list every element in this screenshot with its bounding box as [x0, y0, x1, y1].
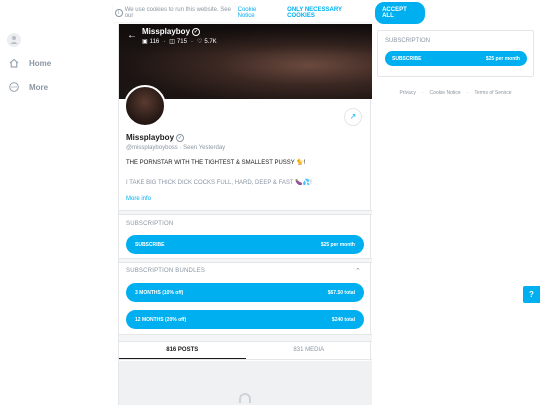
user-icon: [10, 36, 18, 44]
last-seen: Seen Yesterday: [183, 145, 226, 151]
user-avatar[interactable]: [7, 33, 21, 47]
footer-links: Privacy · Cookie Notice · Terms of Servi…: [399, 90, 512, 96]
subscribe-button-sidebar[interactable]: SUBSCRIBE $25 per month: [385, 51, 527, 66]
nav-more-label: More: [29, 82, 49, 92]
profile-handle: @missplayboyboss: [126, 145, 178, 151]
cookie-notice-link[interactable]: Cookie Notice: [238, 7, 274, 19]
back-arrow-icon[interactable]: ←: [127, 30, 137, 41]
bundle-3-months-button[interactable]: 3 MONTHS (10% off) $67.50 total: [126, 283, 364, 302]
lock-icon: [239, 393, 251, 403]
profile-tabs: 816 POSTS 831 MEDIA: [119, 342, 372, 360]
cover-profile-name: Missplayboy ✓: [142, 27, 201, 36]
images-count: 116: [149, 38, 160, 45]
cover-stats: ▣ 116 · ◫ 715 · ♡ 5.7K: [142, 38, 217, 46]
cookie-banner: i We use cookies to run this website. Se…: [113, 1, 426, 24]
video-icon: ◫: [169, 39, 175, 45]
locked-feed: [119, 361, 372, 405]
cookie-notice-footer-link[interactable]: Cookie Notice: [430, 90, 461, 96]
more-info-link[interactable]: More info: [126, 196, 151, 202]
only-necessary-cookies-button[interactable]: ONLY NECESSARY COOKIES: [287, 7, 367, 19]
subscription-card: SUBSCRIPTION SUBSCRIBE $25 per month: [377, 30, 534, 77]
profile-name: Missplayboy ✓: [126, 133, 185, 142]
bio-line-2: I TAKE BIG THICK DICK COCKS FULL, HARD, …: [126, 180, 312, 186]
nav-home-label: Home: [29, 58, 52, 68]
verified-icon: ✓: [176, 133, 185, 142]
share-icon[interactable]: ↗: [344, 108, 362, 126]
nav-home[interactable]: Home: [9, 58, 51, 68]
subscription-card-title: SUBSCRIPTION: [385, 38, 431, 44]
more-icon: [9, 82, 19, 92]
bundle-12-months-button[interactable]: 12 MONTHS (20% off) $240 total: [126, 310, 364, 329]
bio-line-1: THE PORNSTAR WITH THE TIGHTEST & SMALLES…: [126, 160, 306, 166]
accept-all-button[interactable]: ACCEPT ALL: [375, 1, 426, 24]
home-icon: [9, 58, 19, 68]
verified-icon: ✓: [192, 27, 201, 36]
info-icon: i: [115, 8, 123, 17]
heart-icon: ♡: [196, 39, 203, 45]
bundles-title: SUBSCRIPTION BUNDLES: [126, 268, 206, 274]
subscription-title: SUBSCRIPTION: [126, 221, 174, 227]
profile-column: ← Missplayboy ✓ ▣ 116 · ◫ 715 · ♡ 5.7K ↗ Mi…: [118, 24, 372, 405]
image-icon: ▣: [142, 39, 148, 45]
subscribe-button[interactable]: SUBSCRIBE $25 per month: [126, 235, 364, 254]
profile-avatar[interactable]: [124, 85, 166, 127]
tab-posts[interactable]: 816 POSTS: [119, 342, 246, 359]
likes-count: 5.7K: [204, 38, 217, 45]
divider: [119, 210, 372, 215]
divider: [119, 334, 372, 342]
cookie-text: We use cookies to run this website. See …: [124, 6, 231, 19]
privacy-link[interactable]: Privacy: [399, 90, 415, 96]
profile-handle-line: @missplayboyboss · Seen Yesterday: [126, 145, 226, 151]
terms-link[interactable]: Terms of Service: [474, 90, 511, 96]
tab-media[interactable]: 831 MEDIA: [246, 342, 373, 359]
divider: [119, 258, 372, 263]
chevron-up-icon[interactable]: ⌃: [355, 267, 361, 275]
help-icon[interactable]: ?: [523, 286, 540, 303]
videos-count: 715: [176, 38, 187, 45]
nav-more[interactable]: More: [9, 82, 48, 92]
